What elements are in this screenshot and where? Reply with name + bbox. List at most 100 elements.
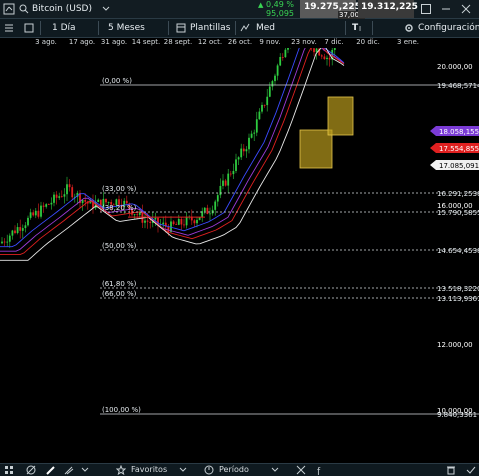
date-tick: 20 dic. — [356, 38, 380, 47]
candle-body — [329, 58, 331, 60]
candle-body — [264, 105, 266, 106]
chevron-down-icon[interactable] — [102, 6, 110, 12]
minus-icon[interactable] — [440, 3, 452, 15]
candle-body — [214, 202, 216, 210]
list-icon[interactable] — [4, 23, 14, 33]
candle-body — [194, 220, 196, 223]
candle-body — [126, 201, 128, 203]
templates-icon — [176, 23, 186, 33]
fib-label: (66,00 %) — [102, 290, 137, 298]
candle-body — [19, 227, 21, 231]
fib-price: 16.291,2538 — [437, 190, 479, 198]
candle-body — [97, 200, 99, 202]
candle-body — [30, 212, 32, 218]
candle-body — [27, 218, 29, 225]
price-axis-label: 10.000,00 — [437, 407, 473, 415]
candle-body — [248, 138, 250, 149]
maximize-icon[interactable] — [420, 3, 432, 15]
svg-text:ƒ: ƒ — [316, 467, 321, 475]
chevron-down-icon[interactable] — [178, 465, 188, 475]
candle-body — [6, 242, 8, 243]
fullscreen-icon[interactable] — [24, 23, 34, 33]
grid-icon[interactable] — [4, 465, 14, 475]
settings-button[interactable]: Configuración — [418, 22, 479, 34]
candle-body — [272, 81, 274, 86]
favorites-button[interactable]: Favoritos — [131, 465, 167, 475]
candle-body — [178, 219, 180, 225]
candle-body — [82, 200, 84, 203]
candle-body — [58, 196, 60, 198]
candle-body — [14, 231, 16, 233]
candle-body — [162, 223, 164, 225]
fib-price: 15.790,5855 — [437, 209, 479, 217]
fib-label: (0,00 %) — [102, 77, 132, 85]
candle-body — [279, 57, 281, 65]
highlight-box — [328, 97, 353, 135]
candle-body — [227, 174, 229, 186]
lines-icon[interactable] — [64, 465, 74, 475]
templates-button[interactable]: Plantillas — [190, 22, 230, 34]
candle-body — [251, 134, 253, 138]
timer-icon — [204, 465, 214, 475]
candle-body — [32, 212, 34, 215]
candle-body — [69, 184, 71, 187]
candle-body — [56, 195, 58, 198]
ask-price[interactable]: 19.312,225 — [358, 0, 414, 18]
candle-body — [175, 224, 177, 225]
candle-body — [233, 171, 235, 174]
ma-white-tag: 17.085,091 — [439, 162, 479, 170]
period-button[interactable]: Período — [219, 465, 249, 475]
indicator-icon — [240, 23, 250, 33]
candle-body — [155, 218, 157, 220]
candle-body — [238, 157, 240, 159]
candle-body — [261, 105, 263, 112]
candle-body — [266, 97, 268, 105]
arrow-up-icon: ▲ — [258, 1, 263, 9]
candle-body — [22, 228, 24, 231]
text-cursor-icon: I — [359, 25, 361, 33]
date-tick: 17 ago. — [69, 38, 95, 47]
candle-body — [259, 112, 261, 120]
search-icon[interactable] — [19, 4, 29, 14]
candle-body — [220, 186, 222, 195]
date-axis: 3 ago.17 ago.31 ago.14 sept.28 sept.12 o… — [0, 38, 420, 48]
trash-icon[interactable] — [446, 465, 456, 475]
symbol-name[interactable]: Bitcoin (USD) — [32, 3, 92, 15]
candle-body — [277, 65, 279, 75]
expand-icon[interactable] — [296, 465, 306, 475]
indicator-button[interactable]: Med — [256, 22, 275, 34]
interval-selector[interactable]: 1 Día — [52, 22, 76, 34]
candle-body — [12, 231, 14, 236]
text-tool-button[interactable]: T — [352, 22, 358, 34]
range-selector[interactable]: 5 Meses — [108, 22, 145, 34]
date-tick: 14 sept. — [132, 38, 161, 47]
price-chart[interactable]: (0,00 %)19.468,5714(33,00 %)16.291,2538(… — [0, 48, 479, 463]
fib-price: 13.518,3220 — [437, 285, 479, 293]
candle-body — [230, 174, 232, 175]
candle-body — [204, 208, 206, 211]
price-axis: 20.000,0016.000,0012.000,0010.000,00 — [437, 63, 473, 415]
candle-body — [9, 236, 11, 242]
ma-purple-tag: 18.058,155 — [439, 128, 479, 136]
fib-price: 13.113,9361 — [437, 295, 479, 303]
close-icon[interactable] — [460, 3, 472, 15]
candle-body — [61, 196, 63, 197]
date-tick: 9 nov. — [259, 38, 280, 47]
crosshair-icon[interactable] — [26, 465, 36, 475]
sigma-icon[interactable]: ƒ — [316, 465, 326, 475]
candle-body — [134, 214, 136, 215]
candle-body — [136, 214, 138, 215]
chart-type-icon[interactable] — [3, 3, 15, 15]
star-icon — [116, 465, 126, 475]
pencil-icon[interactable] — [46, 465, 56, 475]
price-axis-label: 12.000,00 — [437, 341, 473, 349]
chevron-down-icon[interactable] — [80, 465, 90, 475]
chevron-down-icon[interactable] — [270, 465, 280, 475]
candle-body — [225, 181, 227, 186]
chart-toolbar: 1 Día 5 Meses Plantillas Med T I Configu… — [0, 19, 479, 38]
tick-icon[interactable] — [466, 465, 476, 475]
candle-body — [282, 57, 284, 58]
candle-body — [334, 48, 336, 50]
drawn-boxes — [300, 97, 353, 168]
ma-red-tag: 17.554,855 — [439, 145, 479, 153]
